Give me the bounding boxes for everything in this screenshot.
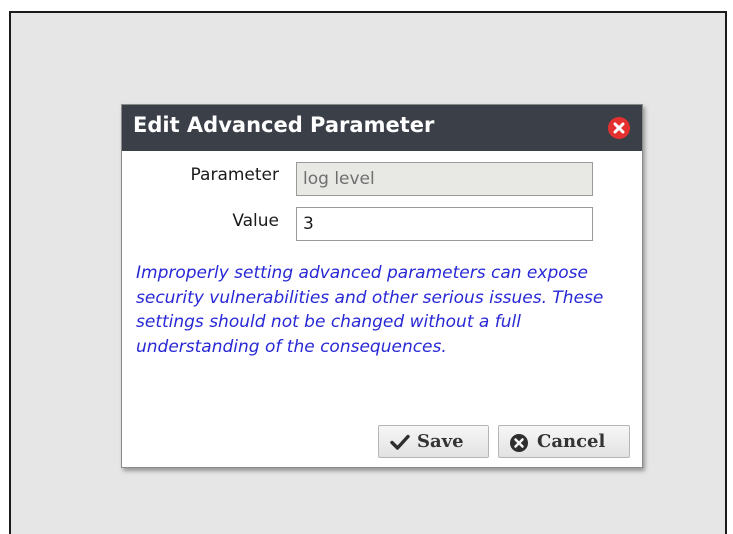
value-label: Value (232, 211, 279, 231)
cancel-circle-icon (509, 433, 529, 458)
parameter-field (296, 162, 593, 196)
save-button-label: Save (417, 431, 464, 452)
save-button[interactable]: Save (378, 425, 489, 458)
check-icon (390, 433, 410, 456)
parameter-label: Parameter (190, 165, 279, 185)
value-field[interactable] (296, 207, 593, 241)
dialog-title: Edit Advanced Parameter (133, 113, 435, 137)
edit-advanced-parameter-dialog: Edit Advanced Parameter Parameter Value … (121, 104, 643, 468)
cancel-button-label: Cancel (537, 431, 606, 452)
dialog-titlebar: Edit Advanced Parameter (122, 105, 642, 151)
warning-message: Improperly setting advanced parameters c… (136, 263, 604, 357)
close-icon[interactable] (608, 117, 630, 139)
cancel-button[interactable]: Cancel (498, 425, 630, 458)
